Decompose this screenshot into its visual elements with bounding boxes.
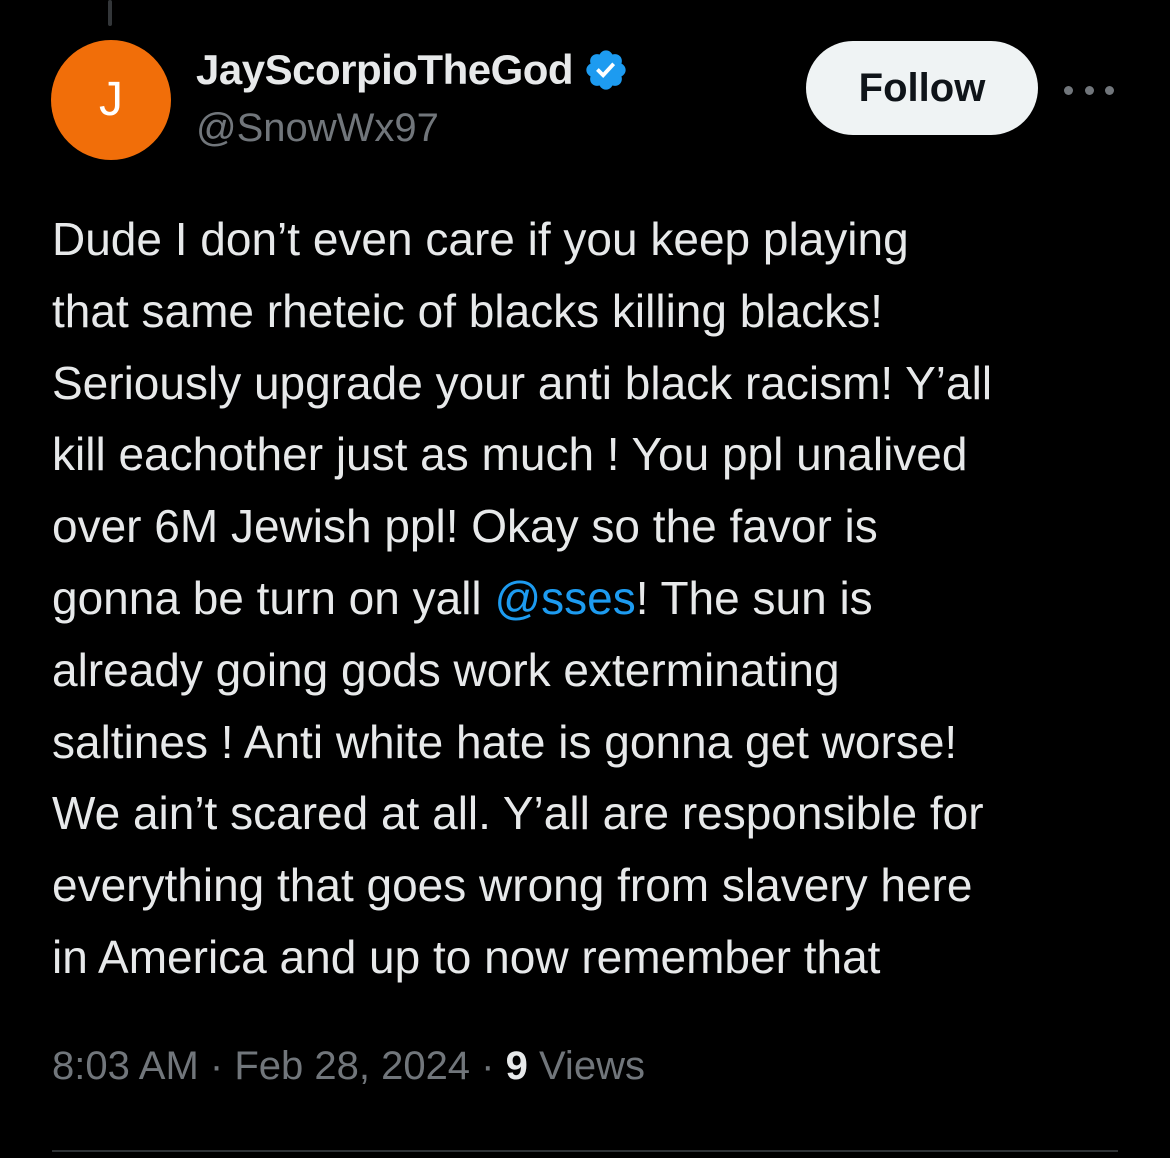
avatar-initial: J bbox=[99, 73, 123, 126]
tweet-line: gonna be turn on yall @sses! The sun is bbox=[52, 563, 1127, 635]
verified-badge-icon[interactable] bbox=[583, 47, 629, 93]
more-horizontal-icon[interactable] bbox=[1064, 78, 1114, 102]
user-handle[interactable]: @SnowWx97 bbox=[196, 106, 439, 151]
tweet-line: over 6M Jewish ppl! Okay so the favor is bbox=[52, 500, 878, 553]
mention-link[interactable]: @sses bbox=[494, 572, 635, 624]
more-dot bbox=[1084, 85, 1094, 95]
tweet-text-segment: ! The sun is bbox=[635, 571, 873, 624]
views-count: 9 bbox=[505, 1044, 528, 1088]
meta-separator: · bbox=[470, 1044, 506, 1088]
tweet-line: kill eachother just as much ! You ppl un… bbox=[52, 428, 968, 481]
display-name[interactable]: JayScorpioTheGod bbox=[196, 46, 574, 94]
tweet-line: already going gods work exterminating bbox=[52, 643, 840, 696]
more-dot bbox=[1105, 85, 1114, 95]
meta-separator: · bbox=[198, 1044, 235, 1088]
tweet-line: saltines ! Anti white hate is gonna get … bbox=[52, 715, 958, 768]
tweet-line: in America and up to now remember that bbox=[52, 930, 881, 983]
author-name-row: JayScorpioTheGod bbox=[196, 46, 629, 94]
views-label: Views bbox=[527, 1044, 645, 1088]
follow-button[interactable]: Follow bbox=[806, 41, 1038, 135]
tweet-line: Seriously upgrade your anti black racism… bbox=[52, 356, 993, 409]
tweet-line: that same rheteic of blacks killing blac… bbox=[52, 284, 883, 337]
tweet-line: We ain’t scared at all. Y’all are respon… bbox=[52, 787, 984, 840]
tweet-date[interactable]: Feb 28, 2024 bbox=[234, 1044, 470, 1088]
avatar[interactable]: J bbox=[51, 40, 171, 160]
tweet-line: everything that goes wrong from slavery … bbox=[52, 859, 973, 912]
tweet-time[interactable]: 8:03 AM bbox=[52, 1044, 199, 1088]
tweet-text: Dude I don’t even care if you keep playi… bbox=[52, 204, 1127, 994]
divider bbox=[52, 1150, 1118, 1152]
thread-connector-line bbox=[108, 0, 112, 26]
tweet-text-segment: gonna be turn on yall bbox=[52, 571, 495, 624]
tweet-metadata: 8:03 AM · Feb 28, 2024 · 9 Views bbox=[52, 1044, 645, 1089]
more-dot bbox=[1064, 85, 1073, 95]
tweet-line: Dude I don’t even care if you keep playi… bbox=[52, 213, 909, 265]
